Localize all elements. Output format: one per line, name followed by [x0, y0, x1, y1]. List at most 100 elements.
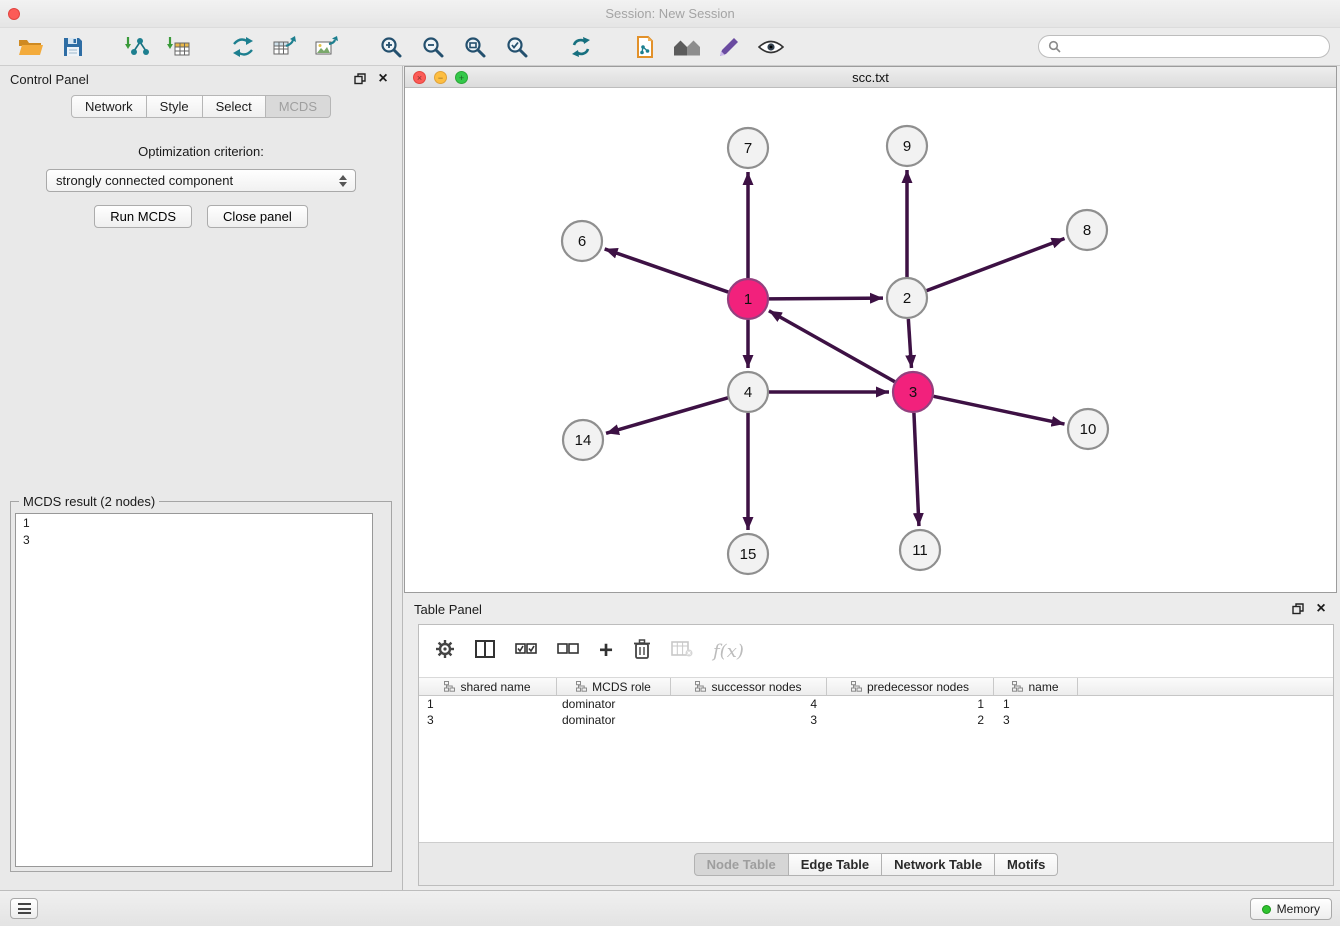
cell-name[interactable]: 3 — [994, 713, 1078, 727]
tab-motifs[interactable]: Motifs — [995, 853, 1058, 876]
status-bar: Memory — [0, 890, 1340, 926]
table-row[interactable]: 3 dominator 3 2 3 — [419, 712, 1333, 728]
vizmapper-button[interactable] — [708, 31, 750, 63]
first-neighbors-button[interactable] — [666, 31, 708, 63]
tab-style[interactable]: Style — [147, 95, 203, 118]
clone-network-button[interactable] — [624, 31, 666, 63]
float-table-panel-button[interactable] — [1289, 600, 1307, 618]
tab-network[interactable]: Network — [71, 95, 147, 118]
table-panel-title: Table Panel — [414, 602, 482, 617]
export-network-button[interactable] — [222, 31, 264, 63]
export-table-button[interactable] — [264, 31, 306, 63]
column-header-name[interactable]: name — [994, 678, 1078, 695]
table-toolbar: + f(x) — [419, 625, 1333, 677]
network-window: × − + scc.txt 7968124314101511 — [404, 66, 1337, 593]
cell-successor-nodes[interactable]: 3 — [671, 713, 827, 727]
control-panel-title: Control Panel — [10, 72, 89, 87]
node-8[interactable]: 8 — [1067, 210, 1107, 250]
column-header-successor-nodes[interactable]: successor nodes — [671, 678, 827, 695]
tab-network-table[interactable]: Network Table — [882, 853, 995, 876]
session-group — [10, 31, 94, 63]
export-image-button[interactable] — [306, 31, 348, 63]
delete-column-button[interactable] — [633, 639, 651, 664]
cell-predecessor-nodes[interactable]: 2 — [827, 713, 994, 727]
run-mcds-button[interactable]: Run MCDS — [94, 205, 192, 228]
zoom-fit-button[interactable] — [454, 31, 496, 63]
zoom-selected-button[interactable] — [496, 31, 538, 63]
node-14[interactable]: 14 — [563, 420, 603, 460]
search-input[interactable] — [1067, 39, 1320, 55]
save-session-button[interactable] — [52, 31, 94, 63]
column-label: successor nodes — [711, 680, 801, 694]
cell-shared-name[interactable]: 3 — [419, 713, 557, 727]
window-close-button[interactable] — [8, 8, 20, 20]
edge-2-8[interactable] — [927, 238, 1065, 290]
import-table-button[interactable] — [158, 31, 200, 63]
table-settings-button[interactable] — [435, 639, 455, 664]
node-label: 7 — [744, 140, 752, 157]
window-close-icon[interactable]: × — [413, 71, 426, 84]
node-3[interactable]: 3 — [893, 372, 933, 412]
edge-2-3[interactable] — [908, 319, 911, 368]
window-zoom-icon[interactable]: + — [455, 71, 468, 84]
select-all-button[interactable] — [515, 642, 537, 660]
cell-mcds-role[interactable]: dominator — [557, 697, 671, 711]
node-6[interactable]: 6 — [562, 221, 602, 261]
cell-successor-nodes[interactable]: 4 — [671, 697, 827, 711]
table-row[interactable]: 1 dominator 4 1 1 — [419, 696, 1333, 712]
node-10[interactable]: 10 — [1068, 409, 1108, 449]
cell-shared-name[interactable]: 1 — [419, 697, 557, 711]
column-header-mcds-role[interactable]: MCDS role — [557, 678, 671, 695]
import-network-button[interactable] — [116, 31, 158, 63]
zoom-out-icon — [421, 35, 445, 59]
cell-mcds-role[interactable]: dominator — [557, 713, 671, 727]
edge-3-11[interactable] — [914, 413, 919, 526]
deselect-all-button[interactable] — [557, 642, 579, 660]
mcds-result-list[interactable]: 1 3 — [15, 513, 373, 867]
close-panel-button[interactable]: × — [374, 70, 392, 88]
task-history-button[interactable] — [10, 898, 38, 919]
tab-mcds[interactable]: MCDS — [266, 95, 331, 118]
edge-1-6[interactable] — [605, 249, 729, 292]
node-2[interactable]: 2 — [887, 278, 927, 318]
tab-edge-table[interactable]: Edge Table — [789, 853, 882, 876]
column-icon — [475, 640, 495, 658]
cell-name[interactable]: 1 — [994, 697, 1078, 711]
node-label: 14 — [575, 432, 592, 449]
node-label: 10 — [1080, 421, 1097, 438]
tab-node-table[interactable]: Node Table — [694, 853, 789, 876]
zoom-out-button[interactable] — [412, 31, 454, 63]
refresh-layout-button[interactable] — [560, 31, 602, 63]
criterion-dropdown[interactable]: strongly connected component — [46, 169, 356, 192]
toolbar-search-field[interactable] — [1038, 35, 1330, 58]
column-header-predecessor-nodes[interactable]: predecessor nodes — [827, 678, 994, 695]
window-minimize-icon[interactable]: − — [434, 71, 447, 84]
node-4[interactable]: 4 — [728, 372, 768, 412]
zoom-fit-icon — [463, 35, 487, 59]
float-panel-button[interactable] — [351, 70, 369, 88]
edge-3-1[interactable] — [769, 311, 895, 382]
node-1[interactable]: 1 — [728, 279, 768, 319]
close-table-panel-button[interactable]: × — [1312, 600, 1330, 618]
show-column-button[interactable] — [475, 640, 495, 663]
network-graph[interactable]: 7 9 6 8 1 2 4 3 14 10 15 11 — [405, 89, 1336, 592]
column-header-shared-name[interactable]: shared name — [419, 678, 557, 695]
memory-button[interactable]: Memory — [1250, 898, 1332, 920]
close-panel-action-button[interactable]: Close panel — [207, 205, 308, 228]
network-document-icon — [633, 35, 657, 59]
node-9[interactable]: 9 — [887, 126, 927, 166]
zoom-in-button[interactable] — [370, 31, 412, 63]
node-15[interactable]: 15 — [728, 534, 768, 574]
add-column-button[interactable]: + — [599, 639, 613, 663]
edge-3-10[interactable] — [934, 396, 1065, 424]
show-hide-details-button[interactable] — [750, 31, 792, 63]
tab-select[interactable]: Select — [203, 95, 266, 118]
node-7[interactable]: 7 — [728, 128, 768, 168]
edge-4-14[interactable] — [606, 398, 728, 433]
edge-1-2[interactable] — [769, 298, 883, 299]
open-session-button[interactable] — [10, 31, 52, 63]
cell-predecessor-nodes[interactable]: 1 — [827, 697, 994, 711]
node-11[interactable]: 11 — [900, 530, 940, 570]
node-label: 11 — [912, 542, 928, 559]
column-label: shared name — [460, 680, 530, 694]
